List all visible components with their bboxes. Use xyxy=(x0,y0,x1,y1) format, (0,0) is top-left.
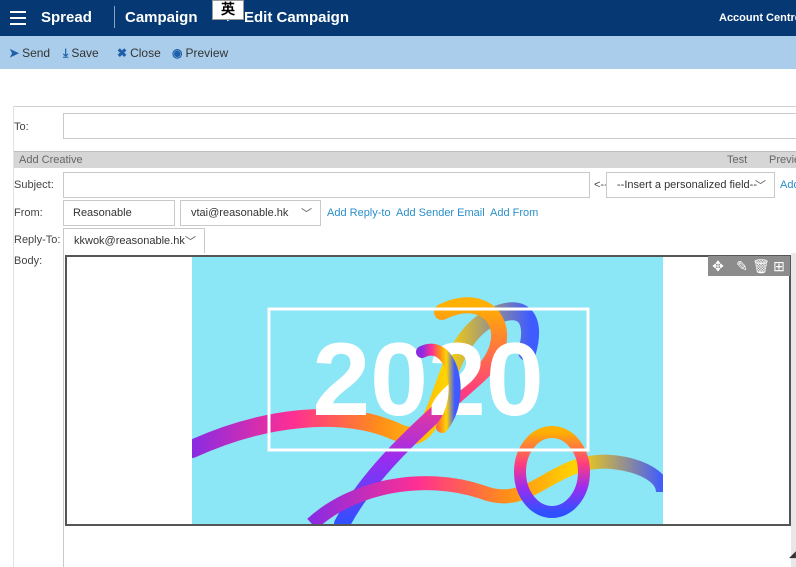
from-label: From: xyxy=(14,207,43,219)
personalized-field-value: --Insert a personalized field-- xyxy=(617,179,758,191)
send-label: Send xyxy=(22,46,51,60)
save-icon: ⤓ xyxy=(63,46,69,60)
banner-graphic: 2020 xyxy=(192,257,663,524)
editor-scrollbar[interactable] xyxy=(791,253,796,567)
chevron-down-icon: ﹀ xyxy=(185,236,196,248)
subject-field[interactable] xyxy=(63,172,590,198)
add-sender-email-link[interactable]: Add Sender Email xyxy=(396,207,485,219)
test-link[interactable]: Test xyxy=(727,154,747,166)
add-reply-to-link[interactable]: Add Reply-to xyxy=(327,207,391,219)
reply-to-select[interactable]: kkwok@reasonable.hk ﹀ xyxy=(63,228,205,254)
resize-handle-icon[interactable]: ◢ xyxy=(789,549,796,560)
send-button[interactable]: ➤ Send xyxy=(9,46,50,60)
body-label: Body: xyxy=(14,255,43,267)
save-label: Save xyxy=(71,46,99,60)
edit-icon[interactable]: ✎ xyxy=(733,257,751,275)
to-label: To: xyxy=(14,121,29,133)
page-title: Edit Campaign xyxy=(244,9,350,26)
top-navbar: Spread Campaign ▶ Edit Campaign Account … xyxy=(0,0,796,36)
action-toolbar: ➤ Send ⤓ Save ✖ Close ◉ Preview xyxy=(0,36,796,69)
chevron-down-icon: ﹀ xyxy=(755,180,766,192)
creative-section-bar: Add Creative Test Preview xyxy=(14,151,796,168)
form-left-border xyxy=(13,106,14,567)
subject-label: Subject: xyxy=(14,179,54,191)
preview-icon: ◉ xyxy=(172,46,183,60)
reply-to-label: Reply-To: xyxy=(14,234,61,246)
banner-image[interactable]: 2020 xyxy=(192,257,663,524)
from-email-value: vtai@reasonable.hk xyxy=(191,207,289,219)
ime-indicator: 英 xyxy=(212,0,244,20)
to-field[interactable] xyxy=(63,113,796,139)
send-icon: ➤ xyxy=(9,46,20,60)
chevron-down-icon: ﹀ xyxy=(301,208,312,220)
personalized-field-select[interactable]: --Insert a personalized field-- ﹀ xyxy=(606,172,775,198)
close-button[interactable]: ✖ Close xyxy=(117,46,161,60)
form-top-border xyxy=(13,106,796,107)
account-centre-link[interactable]: Account Centre xyxy=(719,12,796,24)
delete-icon[interactable]: 🗑 xyxy=(752,257,770,275)
add-creative-label[interactable]: Add Creative xyxy=(19,154,83,166)
from-name-field[interactable] xyxy=(63,200,175,226)
add-block-icon[interactable]: ⊞ xyxy=(770,257,788,275)
banner-year-text: 2020 xyxy=(312,322,543,438)
add-personalized-link[interactable]: Add xyxy=(780,179,796,191)
preview-label: Preview xyxy=(185,46,229,60)
brand-link[interactable]: Spread xyxy=(41,9,92,26)
from-email-select[interactable]: vtai@reasonable.hk ﹀ xyxy=(180,200,321,226)
close-label: Close xyxy=(130,46,161,60)
section-preview-link[interactable]: Preview xyxy=(769,154,796,166)
reply-to-value: kkwok@reasonable.hk xyxy=(74,235,185,247)
nav-divider xyxy=(114,6,115,28)
add-from-link[interactable]: Add From xyxy=(490,207,538,219)
menu-icon[interactable] xyxy=(10,11,26,25)
save-button[interactable]: ⤓ Save xyxy=(63,46,99,61)
close-icon: ✖ xyxy=(117,46,128,60)
preview-button[interactable]: ◉ Preview xyxy=(172,46,228,60)
block-toolbar: ✥ ✎ 🗑 ⊞ xyxy=(708,256,790,276)
move-icon[interactable]: ✥ xyxy=(709,257,727,275)
breadcrumb-module[interactable]: Campaign xyxy=(125,9,198,26)
